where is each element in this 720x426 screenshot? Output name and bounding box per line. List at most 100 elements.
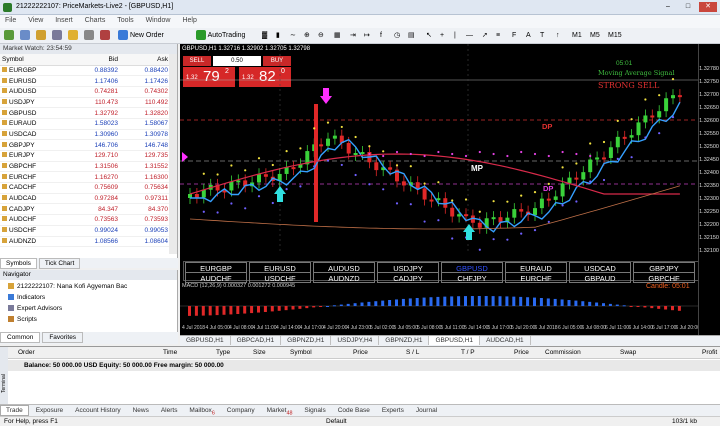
- market-watch-row[interactable]: USDJPY 110.473 110.492: [0, 97, 170, 109]
- menu-charts[interactable]: Charts: [80, 15, 111, 26]
- tab-symbols[interactable]: Symbols: [0, 258, 37, 269]
- chart-tab[interactable]: GBPUSD,H1: [180, 336, 231, 345]
- tab-trade[interactable]: Trade: [0, 405, 29, 416]
- col-size[interactable]: Size: [253, 349, 266, 356]
- market-watch-scrollbar[interactable]: [169, 54, 177, 254]
- col-time[interactable]: Time: [163, 349, 177, 356]
- market-watch-row[interactable]: GBPCHF 1.31506 1.31552: [0, 161, 170, 173]
- chart-shift-icon[interactable]: ↦: [364, 30, 370, 42]
- m15-period-button[interactable]: M15: [608, 30, 622, 42]
- market-watch-row[interactable]: EURUSD 1.17406 1.17426: [0, 75, 170, 87]
- tab-tick-chart[interactable]: Tick Chart: [38, 258, 81, 269]
- horizontal-line-icon[interactable]: —: [466, 30, 473, 42]
- pair-button[interactable]: GBPAUD: [569, 272, 631, 283]
- data-window-icon[interactable]: [52, 30, 62, 42]
- m1-period-button[interactable]: M1: [572, 30, 582, 42]
- periods-icon[interactable]: ◷: [394, 30, 400, 42]
- market-watch-row[interactable]: GBPJPY 146.706 146.748: [0, 139, 170, 151]
- tab-common[interactable]: Common: [0, 332, 41, 343]
- navigator-icon[interactable]: [68, 30, 78, 42]
- chart-window[interactable]: GBPUSD,H1 1.32716 1.32902 1.32705 1.3279…: [180, 44, 720, 335]
- candlestick-icon[interactable]: ▮: [276, 30, 280, 42]
- minimize-button[interactable]: –: [659, 2, 677, 12]
- pair-button[interactable]: AUDCHF: [185, 272, 247, 283]
- maximize-button[interactable]: □: [679, 2, 697, 12]
- col-tp[interactable]: T / P: [461, 349, 475, 356]
- menu-insert[interactable]: Insert: [50, 15, 78, 26]
- new-order-button[interactable]: New Order: [118, 30, 164, 42]
- menu-view[interactable]: View: [23, 15, 48, 26]
- market-watch-row[interactable]: EURAUD 1.58023 1.58067: [0, 118, 170, 130]
- autoscroll-icon[interactable]: ⇥: [350, 30, 356, 42]
- market-watch-row[interactable]: AUDCAD 0.97284 0.97311: [0, 193, 170, 205]
- cursor-icon[interactable]: ↖: [426, 30, 432, 42]
- col-price-current[interactable]: Price: [514, 349, 529, 356]
- menu-file[interactable]: File: [0, 15, 21, 26]
- market-watch-icon[interactable]: [36, 30, 46, 42]
- pair-button[interactable]: CADJPY: [377, 272, 439, 283]
- fibonacci-icon[interactable]: F: [512, 30, 516, 42]
- zoom-out-icon[interactable]: ⊖: [318, 30, 324, 42]
- chart-tab-active[interactable]: GBPUSD,H1: [429, 336, 481, 345]
- market-watch-row[interactable]: CADCHF 0.75609 0.75634: [0, 182, 170, 194]
- market-watch-row[interactable]: GBPUSD 1.32792 1.32820: [0, 107, 170, 119]
- market-watch-row[interactable]: AUDCHF 0.73563 0.73593: [0, 214, 170, 226]
- tab-news[interactable]: News: [128, 406, 154, 415]
- pair-button[interactable]: GBPCHF: [633, 272, 695, 283]
- chart-tab[interactable]: GBPCAD,H1: [231, 336, 282, 345]
- indicators-icon[interactable]: f: [380, 30, 382, 42]
- bar-chart-icon[interactable]: ▓: [262, 30, 267, 42]
- market-watch-row[interactable]: EURCHF 1.16270 1.16300: [0, 171, 170, 184]
- price-scale[interactable]: 1.32780 1.32750 1.32700 1.32650 1.32600 1.325…: [698, 44, 720, 335]
- text-icon[interactable]: A: [526, 30, 531, 42]
- scripts-item[interactable]: Scripts: [8, 316, 37, 323]
- tab-journal[interactable]: Journal: [411, 406, 442, 415]
- col-swap[interactable]: Swap: [620, 349, 636, 356]
- menu-tools[interactable]: Tools: [112, 15, 138, 26]
- tab-exposure[interactable]: Exposure: [31, 406, 68, 415]
- pair-button[interactable]: EURCHF: [505, 272, 567, 283]
- indicators-item[interactable]: Indicators: [8, 294, 45, 301]
- market-watch-row[interactable]: EURGBP 0.88392 0.88420: [0, 65, 170, 77]
- m5-period-button[interactable]: M5: [590, 30, 600, 42]
- col-symbol[interactable]: Symbol: [290, 349, 312, 356]
- col-type[interactable]: Type: [216, 349, 230, 356]
- menu-help[interactable]: Help: [177, 15, 201, 26]
- arrows-icon[interactable]: ↑: [556, 30, 560, 42]
- tab-company[interactable]: Company: [222, 406, 260, 415]
- trendline-icon[interactable]: ➚: [482, 30, 488, 42]
- auto-trading-button[interactable]: AutoTrading: [196, 30, 245, 42]
- chart-tab[interactable]: USDJPY,H4: [331, 336, 380, 345]
- pair-button[interactable]: AUDNZD: [313, 272, 375, 283]
- market-watch-row[interactable]: AUDNZD 1.08566 1.08604: [0, 236, 170, 248]
- market-watch-row[interactable]: AUDUSD 0.74281 0.74302: [0, 86, 170, 98]
- tab-experts[interactable]: Experts: [377, 406, 409, 415]
- line-chart-icon[interactable]: ∼: [290, 30, 296, 42]
- tab-alerts[interactable]: Alerts: [156, 406, 183, 415]
- pair-button[interactable]: USDCHF: [249, 272, 311, 283]
- tab-signals[interactable]: Signals: [299, 406, 330, 415]
- vertical-line-icon[interactable]: |: [454, 30, 456, 42]
- tab-account-history[interactable]: Account History: [70, 406, 126, 415]
- crosshair-icon[interactable]: +: [440, 30, 444, 42]
- column-bid[interactable]: Bid: [69, 54, 120, 66]
- templates-icon[interactable]: ▤: [408, 30, 415, 42]
- column-symbol[interactable]: Symbol: [0, 54, 70, 66]
- close-button[interactable]: ✕: [699, 2, 717, 12]
- text-label-icon[interactable]: T: [540, 30, 544, 42]
- chart-tab[interactable]: AUDCAD,H1: [480, 336, 531, 345]
- column-ask[interactable]: Ask: [119, 54, 170, 66]
- tab-favorites[interactable]: Favorites: [42, 332, 84, 343]
- terminal-icon[interactable]: [84, 30, 94, 42]
- account-item[interactable]: 2122222107: Nana Kofi Agyeman Bac: [8, 283, 127, 290]
- col-order[interactable]: Order: [18, 349, 35, 356]
- menu-window[interactable]: Window: [141, 15, 176, 26]
- chart-tab[interactable]: GBPNZD,H1: [281, 336, 332, 345]
- col-commission[interactable]: Commission: [545, 349, 581, 356]
- market-watch-row[interactable]: USDCAD 1.30960 1.30978: [0, 129, 170, 141]
- tile-windows-icon[interactable]: ▦: [334, 30, 341, 42]
- col-sl[interactable]: S / L: [406, 349, 419, 356]
- channel-icon[interactable]: ≡: [496, 30, 500, 42]
- market-watch-row[interactable]: CADJPY 84.347 84.370: [0, 203, 170, 216]
- col-profit[interactable]: Profit: [702, 349, 717, 356]
